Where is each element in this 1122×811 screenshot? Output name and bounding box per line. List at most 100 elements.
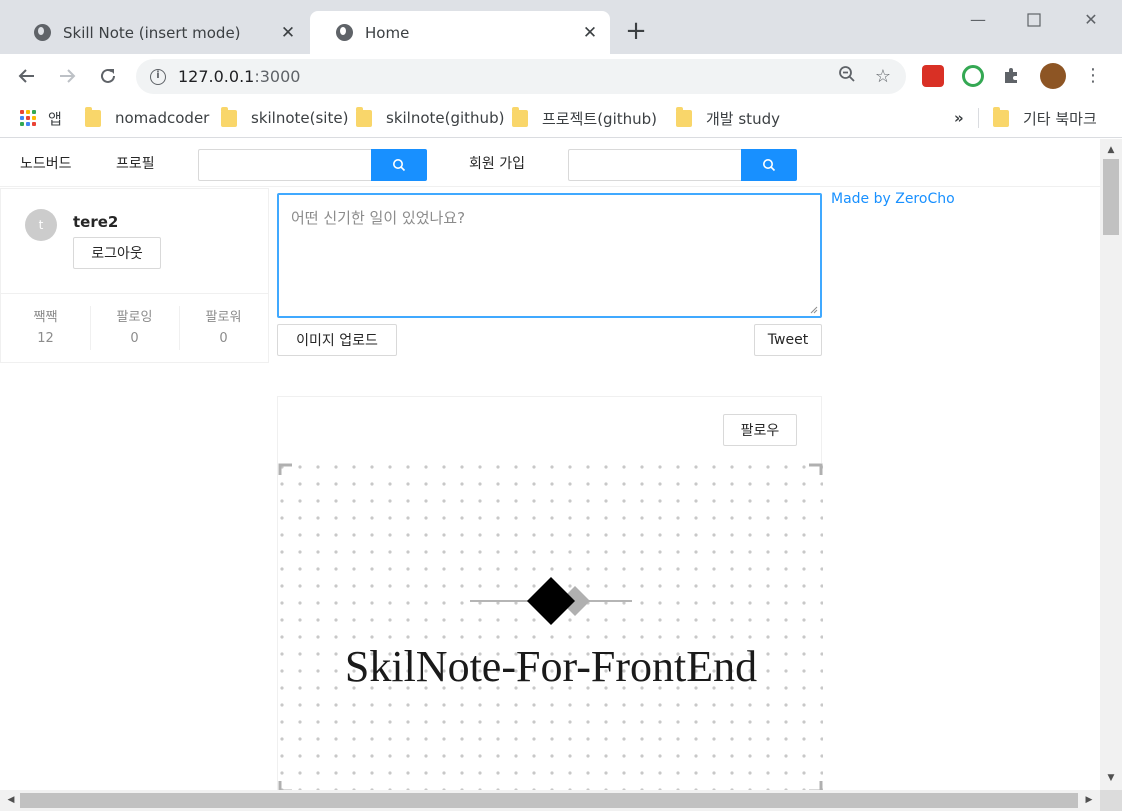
tab-title: Home <box>365 23 410 42</box>
bookmark-label: skilnote(github) <box>386 109 505 127</box>
follow-button[interactable]: 팔로우 <box>723 414 797 446</box>
scroll-left-icon[interactable]: ◀ <box>2 790 20 811</box>
scroll-right-icon[interactable]: ▶ <box>1080 790 1098 811</box>
minimize-icon[interactable]: — <box>964 6 992 34</box>
search-box <box>198 149 427 181</box>
bookmark-other[interactable]: 기타 북마크 <box>993 106 1097 129</box>
folder-icon <box>356 106 372 127</box>
resize-handle-icon[interactable] <box>809 305 818 314</box>
bookmark-label: nomadcoder <box>115 109 210 127</box>
bookmark-dev-study[interactable]: 개발 study <box>676 106 780 129</box>
credit-link[interactable]: Made by ZeroCho <box>831 191 955 207</box>
menu-item-signup[interactable]: 회원 가입 <box>469 153 525 173</box>
user-profile-card: t tere2 로그아웃 짹짹 12 팔로잉 0 팔로워 0 <box>0 188 269 363</box>
horizontal-scroll-thumb[interactable] <box>20 793 1078 808</box>
bookmark-label: 기타 북마크 <box>1023 109 1097 128</box>
site-info-icon[interactable]: i <box>150 68 166 85</box>
post-image-title: SkilNote-For-FrontEnd <box>345 642 757 691</box>
tab-skill-note[interactable]: Skill Note (insert mode) ✕ <box>8 11 308 54</box>
tab-home[interactable]: Home ✕ <box>310 11 610 54</box>
bookmark-project-github[interactable]: 프로젝트(github) <box>512 106 658 129</box>
post-image-graphic: SkilNote-For-FrontEnd <box>278 463 823 790</box>
folder-icon <box>993 106 1009 127</box>
horizontal-scrollbar[interactable]: ◀ ▶ <box>0 790 1100 811</box>
folder-icon <box>85 106 101 127</box>
menu-kebab-icon[interactable]: ⋮ <box>1079 62 1107 90</box>
folder-icon <box>512 106 528 127</box>
globe-icon <box>336 24 353 41</box>
forward-icon[interactable] <box>53 62 81 90</box>
stat-followers[interactable]: 팔로워 0 <box>179 294 268 363</box>
scrollbar-corner <box>1100 790 1122 811</box>
vertical-scroll-thumb[interactable] <box>1103 159 1119 235</box>
stat-count: 0 <box>219 331 228 346</box>
scroll-down-icon[interactable]: ▼ <box>1100 769 1122 787</box>
textarea-placeholder: 어떤 신기한 일이 있었나요? <box>291 209 466 227</box>
bookmark-label: skilnote(site) <box>251 109 349 127</box>
menu-item-profile[interactable]: 프로필 <box>116 153 155 173</box>
bookmark-skilnote-site[interactable]: skilnote(site) <box>221 106 349 129</box>
stat-followings[interactable]: 팔로잉 0 <box>90 294 179 363</box>
bookmark-label: 개발 study <box>706 109 780 128</box>
url-host: 127.0.0.1 <box>178 67 255 86</box>
post-image[interactable]: SkilNote-For-FrontEnd <box>278 463 823 790</box>
bookmark-star-icon[interactable]: ☆ <box>870 66 896 87</box>
stat-count: 0 <box>130 331 139 346</box>
folder-icon <box>221 106 237 127</box>
top-menu: 노드버드 프로필 회원 가입 <box>0 139 1100 187</box>
url-text: 127.0.0.1:3000 <box>178 67 834 86</box>
tweet-button[interactable]: Tweet <box>754 324 822 356</box>
browser-toolbar: i 127.0.0.1:3000 ☆ ⋮ <box>0 54 1122 98</box>
globe-icon <box>34 24 51 41</box>
folder-icon <box>676 106 692 127</box>
search-input[interactable] <box>568 149 741 181</box>
address-bar[interactable]: i 127.0.0.1:3000 ☆ <box>136 59 906 94</box>
avatar: t <box>25 209 57 241</box>
stat-label: 짹짹 <box>33 310 58 325</box>
logout-button[interactable]: 로그아웃 <box>73 237 161 269</box>
page-viewport: 노드버드 프로필 회원 가입 t tere2 로그아웃 짹짹 12 팔로잉 0 … <box>0 139 1100 790</box>
zoom-icon[interactable] <box>834 65 860 88</box>
vertical-scrollbar[interactable]: ▲ ▼ <box>1100 139 1122 790</box>
post-card: 팔로우 SkilNote-For-FrontEnd <box>277 396 823 790</box>
profile-avatar-icon[interactable] <box>1040 63 1066 89</box>
close-icon[interactable]: ✕ <box>278 23 298 43</box>
maximize-icon[interactable] <box>1020 6 1048 34</box>
user-stats: 짹짹 12 팔로잉 0 팔로워 0 <box>1 293 268 363</box>
bookmark-label: 앱 <box>48 109 62 128</box>
window-close-icon[interactable]: ✕ <box>1077 6 1105 34</box>
stat-count: 12 <box>37 331 54 346</box>
search-icon <box>763 159 776 172</box>
post-textarea[interactable]: 어떤 신기한 일이 있었나요? <box>277 193 822 318</box>
bookmarks-overflow-button[interactable]: » <box>954 107 964 129</box>
stat-label: 팔로워 <box>205 310 242 325</box>
back-icon[interactable] <box>13 62 41 90</box>
extension-green-icon[interactable] <box>962 65 984 87</box>
menu-item-home[interactable]: 노드버드 <box>20 153 72 173</box>
bookmark-label: 프로젝트(github) <box>542 109 658 128</box>
user-nickname: tere2 <box>73 213 119 231</box>
new-tab-button[interactable]: + <box>624 18 648 44</box>
close-icon[interactable]: ✕ <box>580 23 600 43</box>
search-button[interactable] <box>371 149 427 181</box>
tab-title: Skill Note (insert mode) <box>63 23 241 42</box>
search-input[interactable] <box>198 149 371 181</box>
stat-posts[interactable]: 짹짹 12 <box>1 294 90 363</box>
scroll-up-icon[interactable]: ▲ <box>1100 141 1122 159</box>
search-icon <box>393 159 406 172</box>
url-port: :3000 <box>254 67 301 86</box>
extensions-puzzle-icon[interactable] <box>1002 65 1024 87</box>
image-upload-button[interactable]: 이미지 업로드 <box>277 324 397 356</box>
bookmarks-bar: 앱 nomadcoder skilnote(site) skilnote(git… <box>0 98 1122 138</box>
bookmarks-divider <box>978 108 979 128</box>
search-box-2 <box>568 149 797 181</box>
stat-label: 팔로잉 <box>116 310 153 325</box>
tab-strip: Skill Note (insert mode) ✕ Home ✕ + — ✕ <box>0 0 1122 54</box>
bookmark-nomadcoder[interactable]: nomadcoder <box>85 106 210 129</box>
search-button[interactable] <box>741 149 797 181</box>
extension-red-icon[interactable] <box>922 65 944 87</box>
apps-icon <box>20 110 36 126</box>
reload-icon[interactable] <box>94 62 122 90</box>
bookmark-skilnote-github[interactable]: skilnote(github) <box>356 106 505 129</box>
bookmark-apps[interactable]: 앱 <box>20 107 62 129</box>
